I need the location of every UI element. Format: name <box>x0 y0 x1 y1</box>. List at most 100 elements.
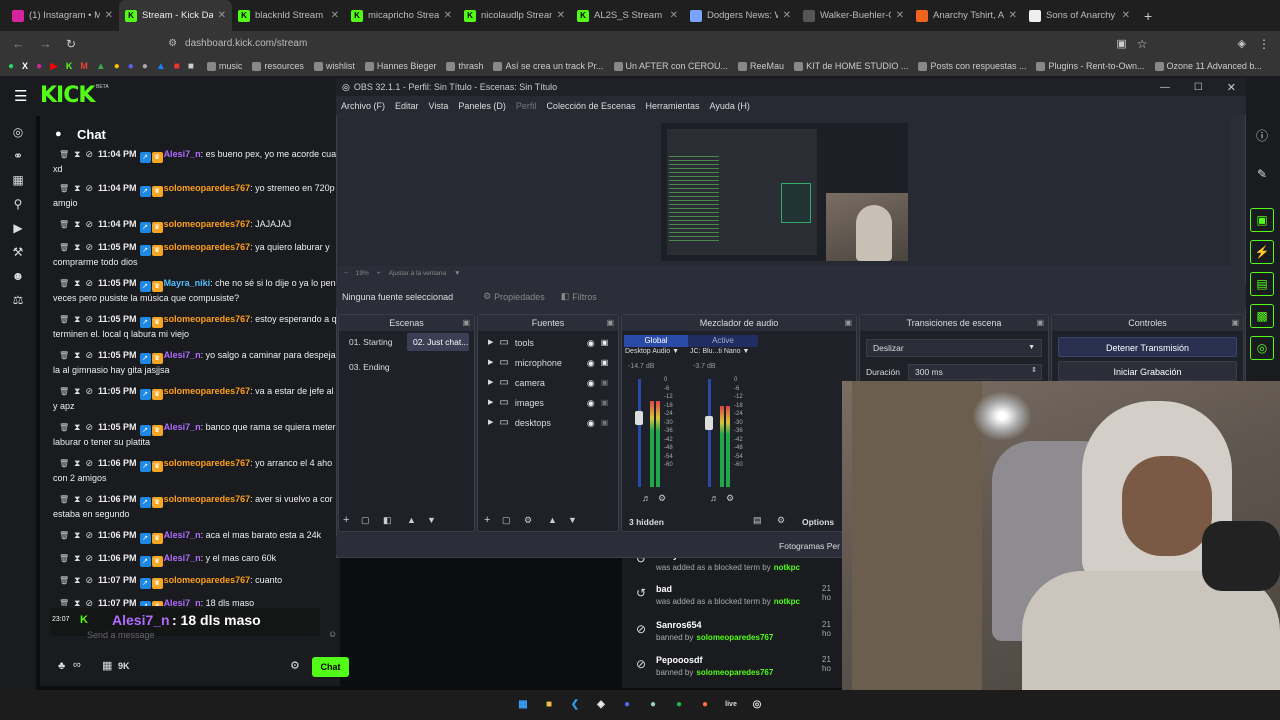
layout-icon[interactable]: ▤ <box>753 515 762 526</box>
message-username[interactable]: Alesi7_n <box>164 350 201 360</box>
message-username[interactable]: solomeoparedes767 <box>164 219 251 229</box>
timeout-icon[interactable]: ⧗ <box>74 575 80 585</box>
chat-send-button[interactable]: Chat <box>312 657 349 677</box>
forward-icon[interactable]: → <box>39 36 52 51</box>
delete-scene-icon[interactable]: ▢ <box>361 515 370 526</box>
timeout-icon[interactable]: ⧗ <box>74 386 80 396</box>
menu-icon[interactable]: ⋮ <box>1258 37 1270 51</box>
app2-icon[interactable]: ■ <box>188 61 194 72</box>
duration-spinbox[interactable]: 300 ms ⇕ <box>908 364 1042 380</box>
ban-icon[interactable]: ⊘ <box>85 494 93 504</box>
timeout-icon[interactable]: ⧗ <box>74 149 80 159</box>
source-settings-icon[interactable]: ⚙ <box>524 515 532 526</box>
app-icon[interactable]: ◈ <box>593 697 609 713</box>
mixer-settings-icon[interactable]: ⚙ <box>658 493 666 504</box>
popout-icon[interactable]: ▣ <box>606 315 614 331</box>
link-icon[interactable]: ⚭ <box>10 148 26 164</box>
browser-tab[interactable]: Walker-Buehler-Clayton- ✕ <box>797 0 910 31</box>
delete-message-icon[interactable]: 🗑 <box>59 279 69 288</box>
flash-icon[interactable]: ⚡ <box>1250 240 1274 264</box>
close-tab-icon[interactable]: ✕ <box>557 10 565 21</box>
message-username[interactable]: Alesi7_n <box>164 422 201 432</box>
stream-icon[interactable]: ◎ <box>10 124 26 140</box>
chrome-icon[interactable]: ◎ <box>749 697 765 713</box>
lock-icon[interactable]: ▣ <box>601 333 609 353</box>
channel-mic-name[interactable]: JC: Blu...ti Nano ▼ <box>690 348 749 355</box>
gift-icon[interactable]: ♣ <box>58 660 65 672</box>
browser-tab[interactable]: (1) Instagram • Mess ✕ <box>6 0 119 31</box>
speaker-icon[interactable]: ♬ <box>642 493 651 503</box>
poll-icon[interactable]: ▤ <box>1250 272 1274 296</box>
scene-item[interactable]: 03. Ending <box>343 358 470 376</box>
fit-window-button[interactable]: Ajustar a la ventana <box>389 270 446 277</box>
hamburger-icon[interactable]: ☰ <box>14 87 27 105</box>
preview-canvas[interactable] <box>661 123 908 261</box>
chat-settings-icon[interactable]: ⚙ <box>290 659 300 672</box>
ban-icon[interactable]: ⊘ <box>85 149 93 159</box>
expand-arrow-icon[interactable]: ▶ <box>488 353 493 373</box>
eye-icon[interactable]: ◉ <box>587 353 595 373</box>
ban-icon[interactable]: ⊘ <box>85 386 93 396</box>
delete-message-icon[interactable]: 🗑 <box>59 220 69 229</box>
star-icon[interactable]: ☆ <box>1137 37 1148 51</box>
gmail-icon[interactable]: M <box>80 61 88 71</box>
browser-tab[interactable]: Sons of Anarchy - Wi ✕ <box>1023 0 1136 31</box>
vscode-icon[interactable]: ❮ <box>567 697 583 713</box>
ban-icon[interactable]: ⊘ <box>85 422 93 432</box>
bluesky-icon[interactable]: ▲ <box>156 61 166 72</box>
extensions-icon[interactable]: ◈ <box>1238 37 1246 50</box>
scene-filter-icon[interactable]: ◧ <box>383 515 392 526</box>
popout-icon[interactable]: ▣ <box>1036 315 1044 331</box>
timeout-icon[interactable]: ⧗ <box>74 314 80 324</box>
scene-item[interactable]: 01. Starting <box>343 333 403 351</box>
add-source-icon[interactable]: + <box>484 514 490 526</box>
stop-stream-button[interactable]: Detener Transmisión <box>1058 337 1237 357</box>
bookmark-item[interactable]: thrash <box>441 61 488 71</box>
bookmark-item[interactable]: resources <box>247 61 309 71</box>
browser-tab[interactable]: Kmicapricho Strea ✕ <box>345 0 458 31</box>
message-username[interactable]: solomeoparedes767 <box>164 386 251 396</box>
source-item[interactable]: ▶ ▭ images ◉ ▣ <box>478 393 618 413</box>
browser-tab[interactable]: Knicolaudlp Stream - ✕ <box>458 0 571 31</box>
volume-fader-track[interactable] <box>708 379 711 487</box>
volume-fader-knob[interactable] <box>705 416 713 430</box>
trophy-icon[interactable]: ⚲ <box>10 196 26 212</box>
discord-icon[interactable]: ● <box>128 61 134 72</box>
back-icon[interactable]: ← <box>12 36 25 51</box>
zoom-out-icon[interactable]: − <box>344 270 348 277</box>
expand-arrow-icon[interactable]: ▶ <box>488 373 493 393</box>
steam-icon[interactable]: ● <box>645 697 661 713</box>
timeout-icon[interactable]: ⧗ <box>74 350 80 360</box>
close-tab-icon[interactable]: ✕ <box>783 10 791 21</box>
timeout-icon[interactable]: ⧗ <box>74 494 80 504</box>
drive-icon[interactable]: ▲ <box>96 61 106 72</box>
ban-icon[interactable]: ⊘ <box>85 598 93 606</box>
discord-icon[interactable]: ● <box>619 697 635 713</box>
browser-tab[interactable]: Kblacknld Stream ✕ <box>232 0 345 31</box>
chat-bubble-icon[interactable]: ▩ <box>1250 304 1274 328</box>
eye-icon[interactable]: ◉ <box>587 373 595 393</box>
volume-fader-knob[interactable] <box>635 410 643 425</box>
properties-button[interactable]: ⚙ Propiedades <box>483 291 545 302</box>
source-item[interactable]: ▶ ▭ microphone ◉ ▣ <box>478 353 618 373</box>
message-username[interactable]: solomeoparedes767 <box>164 458 251 468</box>
ban-icon[interactable]: ⊘ <box>85 242 93 252</box>
source-item[interactable]: ▶ ▭ desktops ◉ ▣ <box>478 413 618 433</box>
message-username[interactable]: Alesi7_n <box>164 149 201 159</box>
spinner-icon[interactable]: ⇕ <box>1031 364 1037 378</box>
start-recording-button[interactable]: Iniciar Grabación <box>1058 361 1237 381</box>
popout-icon[interactable]: ▣ <box>1231 315 1239 331</box>
move-down-icon[interactable]: ▼ <box>427 515 436 525</box>
message-username[interactable]: solomeoparedes767 <box>164 494 251 504</box>
ban-icon[interactable]: ⊘ <box>85 314 93 324</box>
pdf-icon[interactable]: ■ <box>174 61 180 72</box>
lock-icon[interactable]: ▣ <box>601 393 609 413</box>
maximize-icon[interactable]: ☐ <box>1194 82 1203 93</box>
close-tab-icon[interactable]: ✕ <box>331 10 339 21</box>
modlog-name[interactable]: Pepooosdf <box>656 655 703 665</box>
filters-button[interactable]: ◧ Filtros <box>561 291 597 302</box>
popout-icon[interactable]: ▣ <box>844 315 852 331</box>
move-up-icon[interactable]: ▲ <box>407 515 416 525</box>
hidden-channels[interactable]: 3 hidden <box>629 517 664 527</box>
browser-tab[interactable]: Dodgers News: Walk ✕ <box>684 0 797 31</box>
